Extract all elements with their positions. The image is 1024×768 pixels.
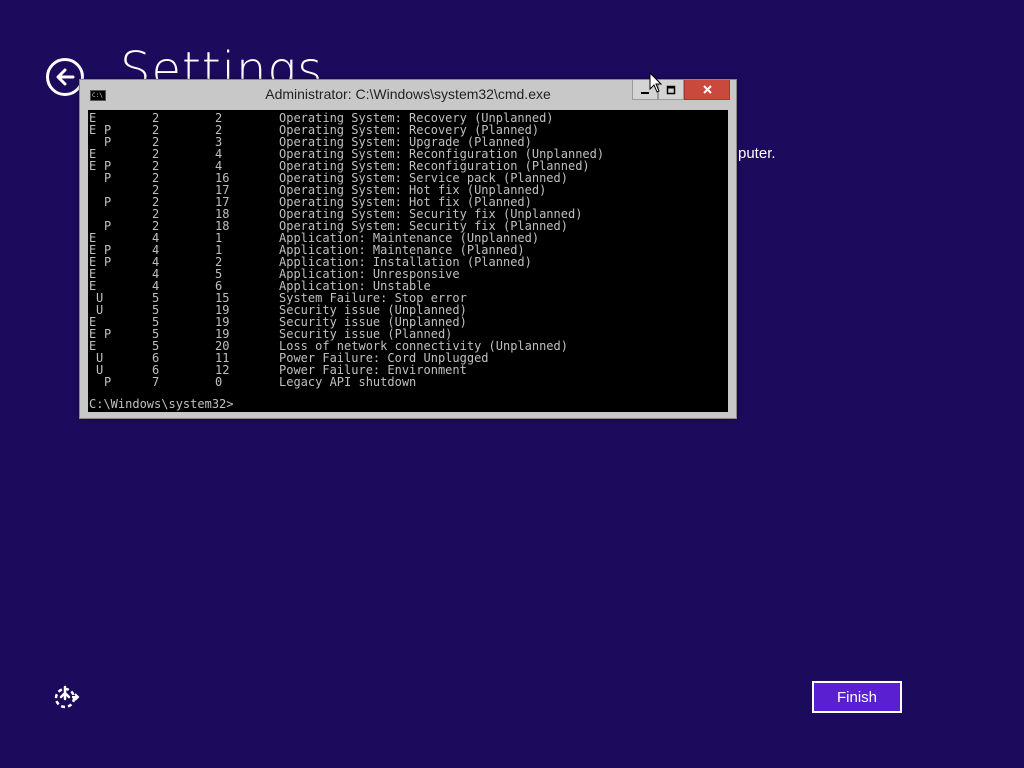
finish-button[interactable]: Finish — [812, 681, 902, 713]
window-controls — [632, 80, 730, 101]
console-cell-minor: 0 — [215, 375, 223, 389]
console-cell-p: P — [104, 219, 112, 233]
console-row: P 7 0 Legacy API shutdown — [88, 376, 728, 388]
console-cell-e: E — [89, 123, 97, 137]
close-button[interactable] — [684, 80, 730, 100]
console-cell-e: E — [89, 159, 97, 173]
cmd-window[interactable]: C:\ Administrator: C:\Windows\system32\c… — [79, 79, 737, 419]
console-output[interactable]: E 2 2 Operating System: Recovery (Unplanned… — [88, 110, 728, 412]
close-icon — [702, 85, 712, 94]
console-cell-p: P — [104, 255, 112, 269]
window-titlebar[interactable]: C:\ Administrator: C:\Windows\system32\c… — [80, 80, 736, 109]
command-prompt[interactable]: C:\Windows\system32> — [89, 398, 234, 410]
console-cell-major: 7 — [152, 375, 160, 389]
console-rows: E 2 2 Operating System: Recovery (Unplanned… — [88, 112, 728, 388]
console-cell-u: U — [96, 303, 104, 317]
console-cell-u: U — [96, 363, 104, 377]
console-cell-p: P — [104, 327, 112, 341]
back-arrow-icon — [56, 68, 75, 86]
console-cell-p: P — [104, 375, 112, 389]
console-cell-p: P — [104, 195, 112, 209]
console-cell-p: P — [104, 135, 112, 149]
console-cell-p: P — [104, 171, 112, 185]
maximize-icon — [666, 85, 676, 94]
ease-of-access-icon[interactable] — [52, 684, 80, 712]
background-text-fragment: puter. — [738, 145, 776, 162]
mouse-pointer-icon — [649, 72, 663, 93]
console-cell-desc: Legacy API shutdown — [279, 375, 417, 389]
